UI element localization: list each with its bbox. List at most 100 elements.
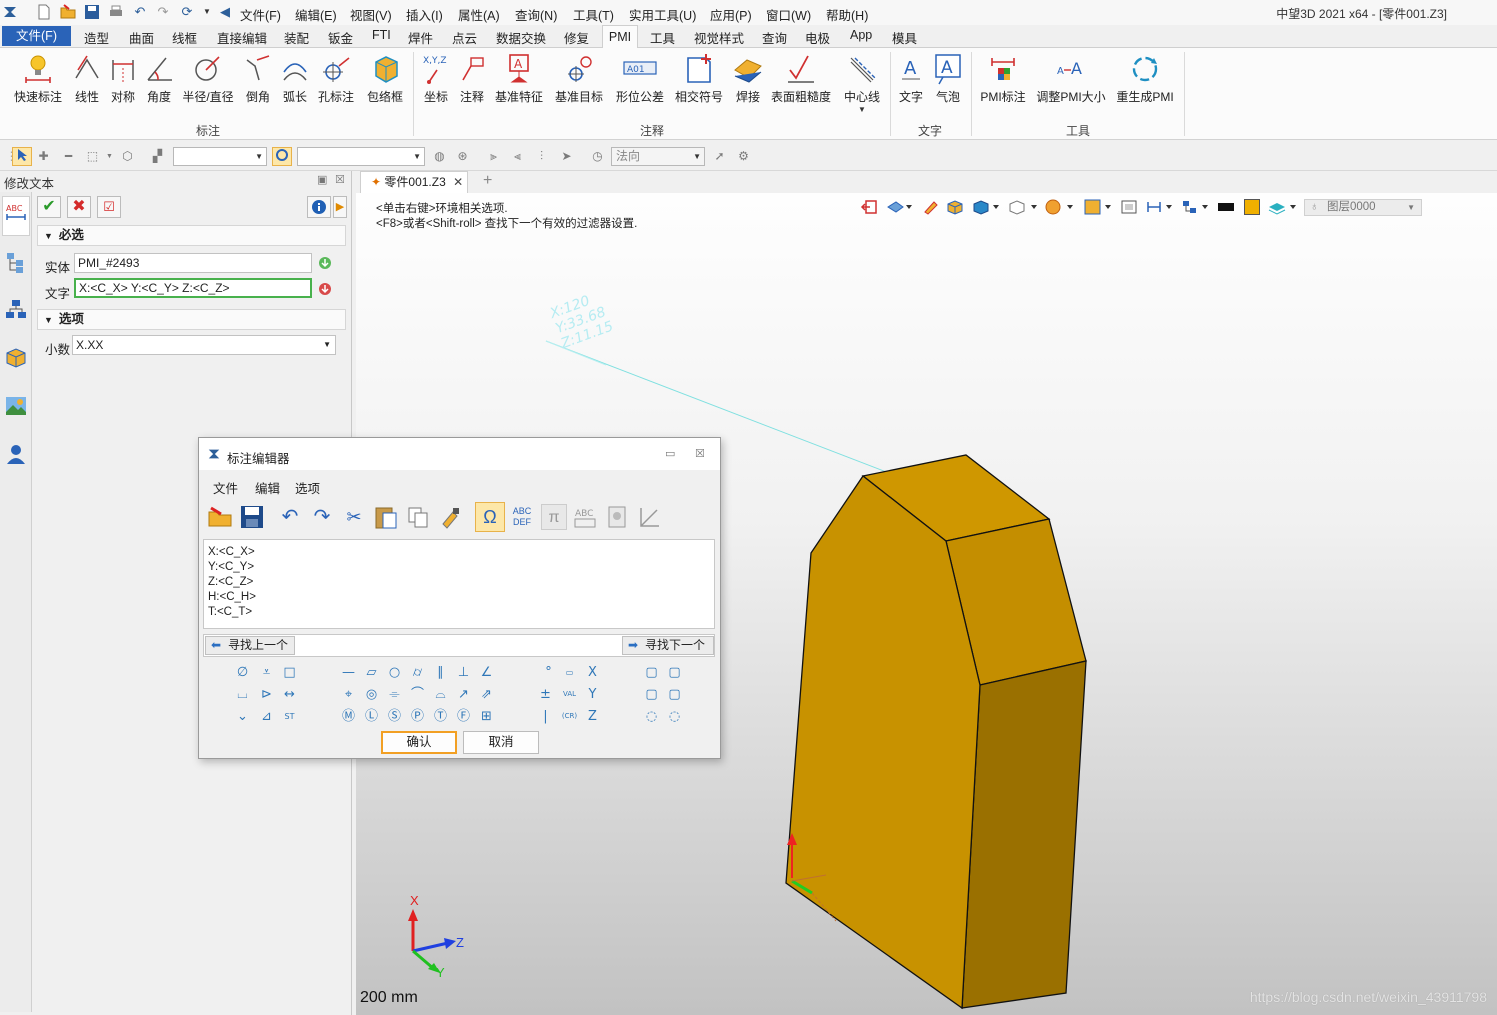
- align-left-icon[interactable]: ⫸: [486, 149, 501, 164]
- add-tab-icon[interactable]: +: [483, 172, 492, 190]
- rfs-symbol-icon[interactable]: Ⓢ: [386, 708, 403, 725]
- frame-rounded-right-icon[interactable]: ◌: [666, 708, 683, 725]
- remove-icon[interactable]: ━: [61, 149, 76, 164]
- dialog-menu-file[interactable]: 文件: [213, 478, 238, 497]
- mmc-symbol-icon[interactable]: Ⓜ: [340, 708, 357, 725]
- unequal-profile-symbol-icon[interactable]: ⊞: [478, 708, 495, 725]
- parallelism-symbol-icon[interactable]: ∥: [432, 664, 449, 681]
- text-field[interactable]: X:<C_X> Y:<C_Y> Z:<C_Z>: [74, 278, 312, 298]
- controlled-radius-symbol-icon[interactable]: (CR): [561, 708, 578, 725]
- insert-image-icon[interactable]: [605, 504, 631, 530]
- dialog-comment-icon[interactable]: ▭: [665, 447, 675, 460]
- perpendicularity-symbol-icon[interactable]: ⊥: [455, 664, 472, 681]
- free-state-symbol-icon[interactable]: Ⓕ: [455, 708, 472, 725]
- regenerate-pmi-button[interactable]: 重生成PMI: [1114, 52, 1176, 105]
- print-icon[interactable]: [108, 4, 124, 20]
- open-folder-icon[interactable]: [207, 504, 233, 530]
- menu-window[interactable]: 窗口(W): [766, 5, 811, 24]
- between-symbol-icon[interactable]: ↔: [281, 686, 298, 703]
- chamfer-dimension-button[interactable]: 倒角: [240, 52, 276, 105]
- pi-icon[interactable]: π: [541, 504, 567, 530]
- position-symbol-icon[interactable]: ⌖: [340, 686, 357, 703]
- menu-attribute[interactable]: 属性(A): [458, 5, 500, 24]
- modify-text-panel-tab[interactable]: ABC: [2, 196, 30, 236]
- note-button[interactable]: 注释: [456, 52, 488, 105]
- balloon-button[interactable]: A 气泡: [932, 52, 964, 105]
- depth-symbol-icon[interactable]: ⩡: [258, 664, 275, 681]
- undo-icon[interactable]: ↶: [277, 504, 303, 530]
- centerline-button[interactable]: 中心线 ▼: [842, 52, 882, 114]
- menu-utilities[interactable]: 实用工具(U): [629, 5, 696, 24]
- frame-rounded-left-icon[interactable]: ◌: [643, 708, 660, 725]
- confirm-button[interactable]: ✔: [37, 196, 61, 218]
- surface-profile-symbol-icon[interactable]: ⌓: [432, 686, 449, 703]
- lmc-symbol-icon[interactable]: Ⓛ: [363, 708, 380, 725]
- menu-query[interactable]: 查询(N): [515, 5, 557, 24]
- find-next-button[interactable]: ➡ 寻找下一个: [622, 636, 714, 655]
- pick-text-icon[interactable]: [318, 282, 332, 296]
- dialog-menu-options[interactable]: 选项: [295, 478, 320, 497]
- tab-tools[interactable]: 工具: [650, 28, 675, 47]
- pick-entity-icon[interactable]: [318, 256, 332, 270]
- menu-tools[interactable]: 工具(T): [573, 5, 614, 24]
- file-menu-button[interactable]: 文件(F): [2, 26, 71, 46]
- tab-app[interactable]: App: [850, 28, 872, 42]
- cursor-icon[interactable]: ➚: [712, 149, 727, 164]
- letter-z-icon[interactable]: Z: [584, 708, 601, 725]
- tab-electrode[interactable]: 电极: [805, 28, 830, 47]
- format-brush-icon[interactable]: [437, 504, 463, 530]
- pick-cursor-icon[interactable]: [12, 147, 32, 166]
- tangent-plane-symbol-icon[interactable]: Ⓣ: [432, 708, 449, 725]
- polygon-select-icon[interactable]: ⬡: [120, 149, 135, 164]
- dialog-close-icon[interactable]: ☒: [695, 447, 705, 460]
- grid-snap-icon[interactable]: ⊛: [455, 149, 470, 164]
- total-runout-symbol-icon[interactable]: ⇗: [478, 686, 495, 703]
- degree-symbol-icon[interactable]: °: [540, 664, 557, 681]
- frame-box-2-icon[interactable]: ▢: [666, 664, 683, 681]
- menu-file[interactable]: 文件(F): [240, 5, 281, 24]
- find-previous-button[interactable]: ⬅ 寻找上一个: [205, 636, 295, 655]
- tab-data-exchange[interactable]: 数据交换: [496, 28, 546, 47]
- text-button[interactable]: A 文字: [896, 52, 926, 105]
- cylindricity-symbol-icon[interactable]: ⌭: [409, 664, 426, 681]
- tab-weldment[interactable]: 焊件: [408, 28, 433, 47]
- special-symbol-button[interactable]: Ω: [475, 502, 505, 532]
- tab-mold[interactable]: 模具: [892, 28, 917, 47]
- tab-fti[interactable]: FTI: [372, 28, 391, 42]
- entity-field[interactable]: PMI_#2493: [74, 253, 312, 273]
- required-section-header[interactable]: ▼ 必选: [37, 225, 346, 246]
- multiply-x-icon[interactable]: X: [584, 664, 601, 681]
- quick-dimension-button[interactable]: 快速标注: [12, 52, 64, 105]
- datum-feature-button[interactable]: A 基准特征: [494, 52, 544, 105]
- basic-box-symbol-icon[interactable]: ▭: [561, 664, 578, 681]
- bounding-box-button[interactable]: 包络框: [364, 52, 406, 105]
- countersink-symbol-icon[interactable]: ⌄: [234, 708, 251, 725]
- close-tab-icon[interactable]: ✕: [453, 175, 463, 189]
- radius-diameter-button[interactable]: 半径/直径: [180, 52, 236, 105]
- angle-dimension-button[interactable]: 角度: [142, 52, 176, 105]
- pick-filter-combo[interactable]: ▼: [297, 147, 425, 166]
- save-icon[interactable]: [239, 504, 265, 530]
- tab-query[interactable]: 查询: [762, 28, 787, 47]
- menu-view[interactable]: 视图(V): [350, 5, 392, 24]
- bar-symbol-icon[interactable]: |: [537, 708, 554, 725]
- annotation-text-editor[interactable]: X:<C_X> Y:<C_Y> Z:<C_Z> H:<C_H> T:<C_T>: [203, 539, 715, 629]
- flatness-symbol-icon[interactable]: ▱: [363, 664, 380, 681]
- filter-combo[interactable]: ▼: [173, 147, 267, 166]
- redo-icon[interactable]: ↷: [155, 4, 171, 20]
- part-view-icon[interactable]: [4, 346, 28, 370]
- smart-pick-icon[interactable]: [272, 147, 292, 166]
- menu-insert[interactable]: 插入(I): [406, 5, 443, 24]
- select-box-icon[interactable]: ⬚: [85, 149, 100, 164]
- tab-direct-edit[interactable]: 直接编辑: [217, 28, 267, 47]
- surface-roughness-button[interactable]: 表面粗糙度: [770, 52, 832, 105]
- panel-restore-icon[interactable]: ▣: [317, 173, 327, 186]
- align-right-icon[interactable]: ⫶: [534, 149, 549, 164]
- regenerate-icon[interactable]: ⟳: [179, 4, 195, 20]
- statistical-symbol-icon[interactable]: ST: [281, 708, 298, 725]
- paste-icon[interactable]: [373, 504, 399, 530]
- tab-visual-style[interactable]: 视觉样式: [694, 28, 744, 47]
- value-symbol-icon[interactable]: VAL: [561, 686, 578, 703]
- filter-icon[interactable]: ▞: [150, 149, 165, 164]
- image-library-icon[interactable]: [4, 394, 28, 418]
